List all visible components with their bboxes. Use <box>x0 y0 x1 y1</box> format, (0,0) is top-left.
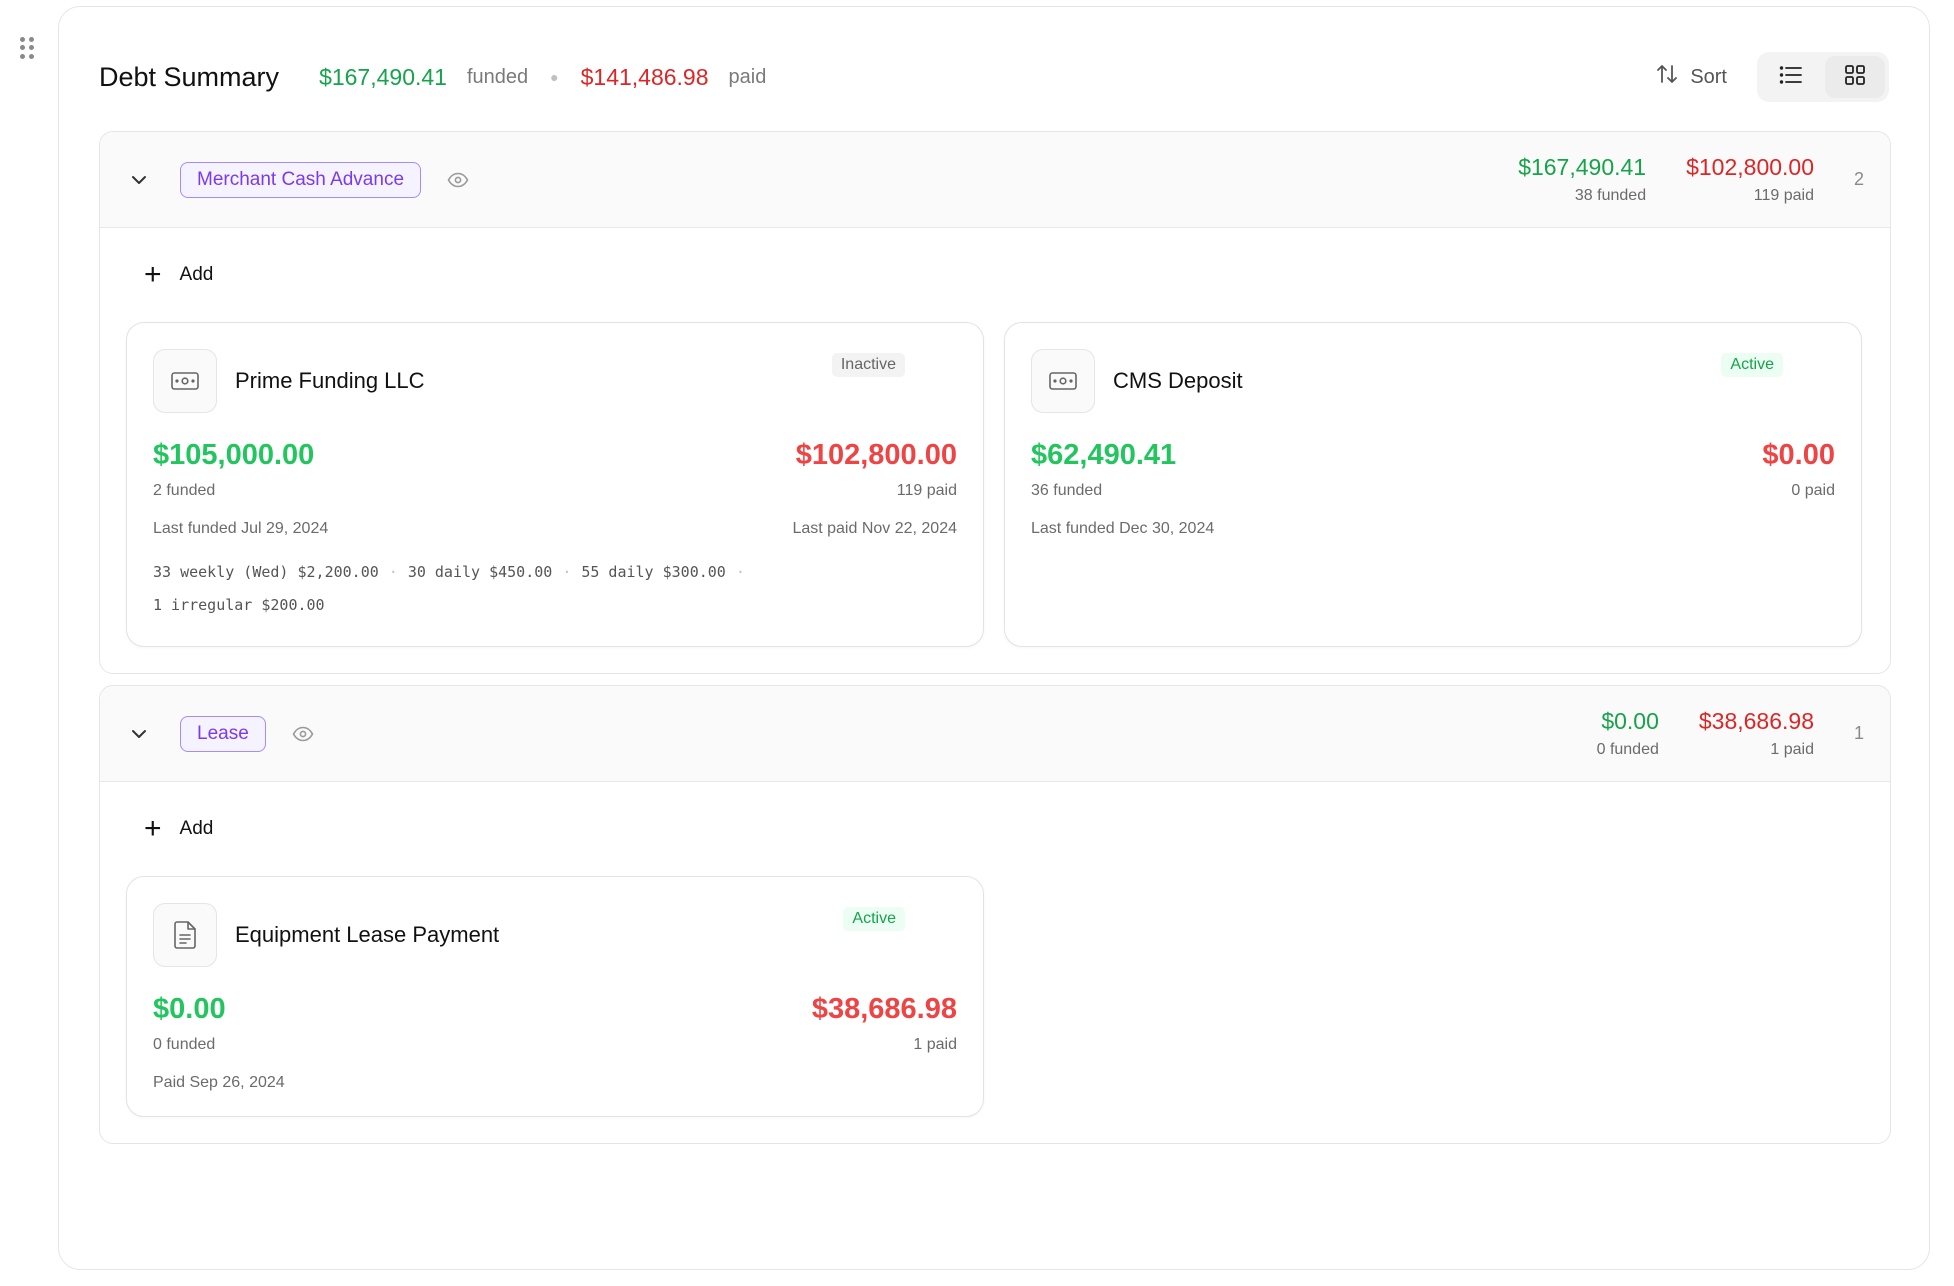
total-funded-amount: $167,490.41 <box>319 63 447 90</box>
separator-dot: ● <box>550 69 559 85</box>
list-icon <box>1779 65 1803 90</box>
card-paid-count: 119 paid <box>896 482 957 499</box>
card-paid-amount: $0.00 <box>1762 439 1835 471</box>
card-funded-amount: $0.00 <box>153 993 226 1025</box>
summary-header: Debt Summary $167,490.41 funded ● $141,4… <box>99 41 1889 113</box>
document-icon <box>153 903 217 967</box>
group-paid-count: 1 paid <box>1770 741 1814 758</box>
group-totals: $0.00 0 funded $38,686.98 1 paid 1 <box>1557 708 1866 759</box>
card-paid-count: 1 paid <box>913 1036 957 1053</box>
card-funded-count: 36 funded <box>1031 482 1103 499</box>
payment-schedule: 33 weekly (Wed) $2,200.00 · 30 daily $450.… <box>153 556 957 622</box>
debt-card-cms-deposit[interactable]: CMS Deposit Active $62,490.41 $0.00 36 f… <box>1004 322 1862 647</box>
card-grid: Prime Funding LLC Inactive $105,000.00 $… <box>100 322 1890 673</box>
group-paid-amount: $102,800.00 <box>1686 154 1814 180</box>
schedule-separator: · <box>388 563 398 581</box>
schedule-separator: · <box>562 563 572 581</box>
sort-button[interactable]: Sort <box>1642 55 1741 99</box>
banknote-icon <box>1031 349 1095 413</box>
card-paid-amount: $102,800.00 <box>795 439 957 471</box>
group-funded-amount: $0.00 <box>1601 708 1659 734</box>
debt-card-equipment-lease[interactable]: Equipment Lease Payment Active $0.00 $38… <box>126 876 984 1117</box>
group-paid-count: 119 paid <box>1753 187 1814 204</box>
group-totals: $167,490.41 38 funded $102,800.00 119 pa… <box>1478 154 1866 205</box>
card-paid-count: 0 paid <box>1791 482 1835 499</box>
group-item-count: 2 <box>1853 169 1864 189</box>
card-funded-count: 0 funded <box>153 1036 216 1053</box>
category-pill[interactable]: Lease <box>180 715 266 752</box>
grid-icon <box>1844 64 1866 91</box>
status-badge: Active <box>843 907 905 931</box>
card-last-paid: Last paid Nov 22, 2024 <box>792 520 957 537</box>
view-toggle <box>1757 52 1889 102</box>
card-funded-amount: $62,490.41 <box>1031 439 1177 471</box>
debt-summary-panel: Debt Summary $167,490.41 funded ● $141,4… <box>58 6 1930 1270</box>
plus-icon: + <box>144 812 162 845</box>
card-name: CMS Deposit <box>1113 368 1243 393</box>
status-badge: Inactive <box>831 353 905 377</box>
chevron-down-icon[interactable] <box>128 169 150 191</box>
card-grid: Equipment Lease Payment Active $0.00 $38… <box>100 876 1890 1143</box>
group-paid-total: $102,800.00 119 paid <box>1686 154 1814 205</box>
schedule-item: 30 daily $450.00 <box>407 563 553 581</box>
group-merchant-cash-advance: Merchant Cash Advance $167,490.41 38 fun… <box>99 131 1891 674</box>
debt-card-prime-funding[interactable]: Prime Funding LLC Inactive $105,000.00 $… <box>126 322 984 647</box>
add-button[interactable]: + Add <box>100 782 1890 876</box>
card-last-funded: Last funded Dec 30, 2024 <box>1031 520 1215 537</box>
page-title: Debt Summary <box>99 61 280 92</box>
group-item-count: 1 <box>1853 723 1864 743</box>
group-lease: Lease $0.00 0 funded $38,686.98 1 paid 1… <box>99 685 1891 1144</box>
plus-icon: + <box>144 258 162 291</box>
card-last-funded: Last funded Jul 29, 2024 <box>153 520 329 537</box>
card-name: Prime Funding LLC <box>235 368 425 393</box>
card-funded-count: 2 funded <box>153 482 216 499</box>
schedule-item: 1 irregular $200.00 <box>153 596 325 614</box>
schedule-item: 55 daily $300.00 <box>581 563 726 581</box>
group-header: Lease $0.00 0 funded $38,686.98 1 paid 1 <box>100 686 1890 782</box>
group-funded-total: $0.00 0 funded <box>1597 708 1659 759</box>
card-last-paid: Paid Sep 26, 2024 <box>153 1074 285 1091</box>
group-funded-amount: $167,490.41 <box>1518 154 1647 180</box>
card-name: Equipment Lease Payment <box>235 922 500 947</box>
group-header: Merchant Cash Advance $167,490.41 38 fun… <box>100 132 1890 228</box>
add-label: Add <box>179 264 214 285</box>
card-paid-amount: $38,686.98 <box>811 993 957 1025</box>
sort-arrows-icon <box>1656 63 1678 91</box>
schedule-item: 33 weekly (Wed) $2,200.00 <box>153 563 379 581</box>
group-funded-count: 0 funded <box>1596 741 1659 758</box>
add-label: Add <box>179 818 214 839</box>
banknote-icon <box>153 349 217 413</box>
card-funded-amount: $105,000.00 <box>153 439 315 471</box>
add-button[interactable]: + Add <box>100 228 1890 322</box>
grid-view-button[interactable] <box>1825 56 1885 98</box>
chevron-down-icon[interactable] <box>128 723 150 745</box>
group-paid-amount: $38,686.98 <box>1698 708 1814 734</box>
sort-label: Sort <box>1690 65 1727 88</box>
group-funded-total: $167,490.41 38 funded <box>1518 154 1646 205</box>
eye-icon[interactable] <box>447 172 469 188</box>
total-paid-amount: $141,486.98 <box>580 63 709 90</box>
list-view-button[interactable] <box>1761 56 1821 98</box>
schedule-separator: · <box>735 563 745 581</box>
total-funded-label: funded <box>466 65 529 88</box>
category-pill[interactable]: Merchant Cash Advance <box>180 161 422 198</box>
status-badge: Active <box>1721 353 1783 377</box>
total-paid-label: paid <box>728 65 767 88</box>
eye-icon[interactable] <box>292 726 314 742</box>
drag-handle-icon[interactable] <box>20 37 34 59</box>
toolbar: Sort <box>1642 52 1889 102</box>
group-funded-count: 38 funded <box>1574 187 1647 204</box>
group-paid-total: $38,686.98 1 paid <box>1699 708 1814 759</box>
